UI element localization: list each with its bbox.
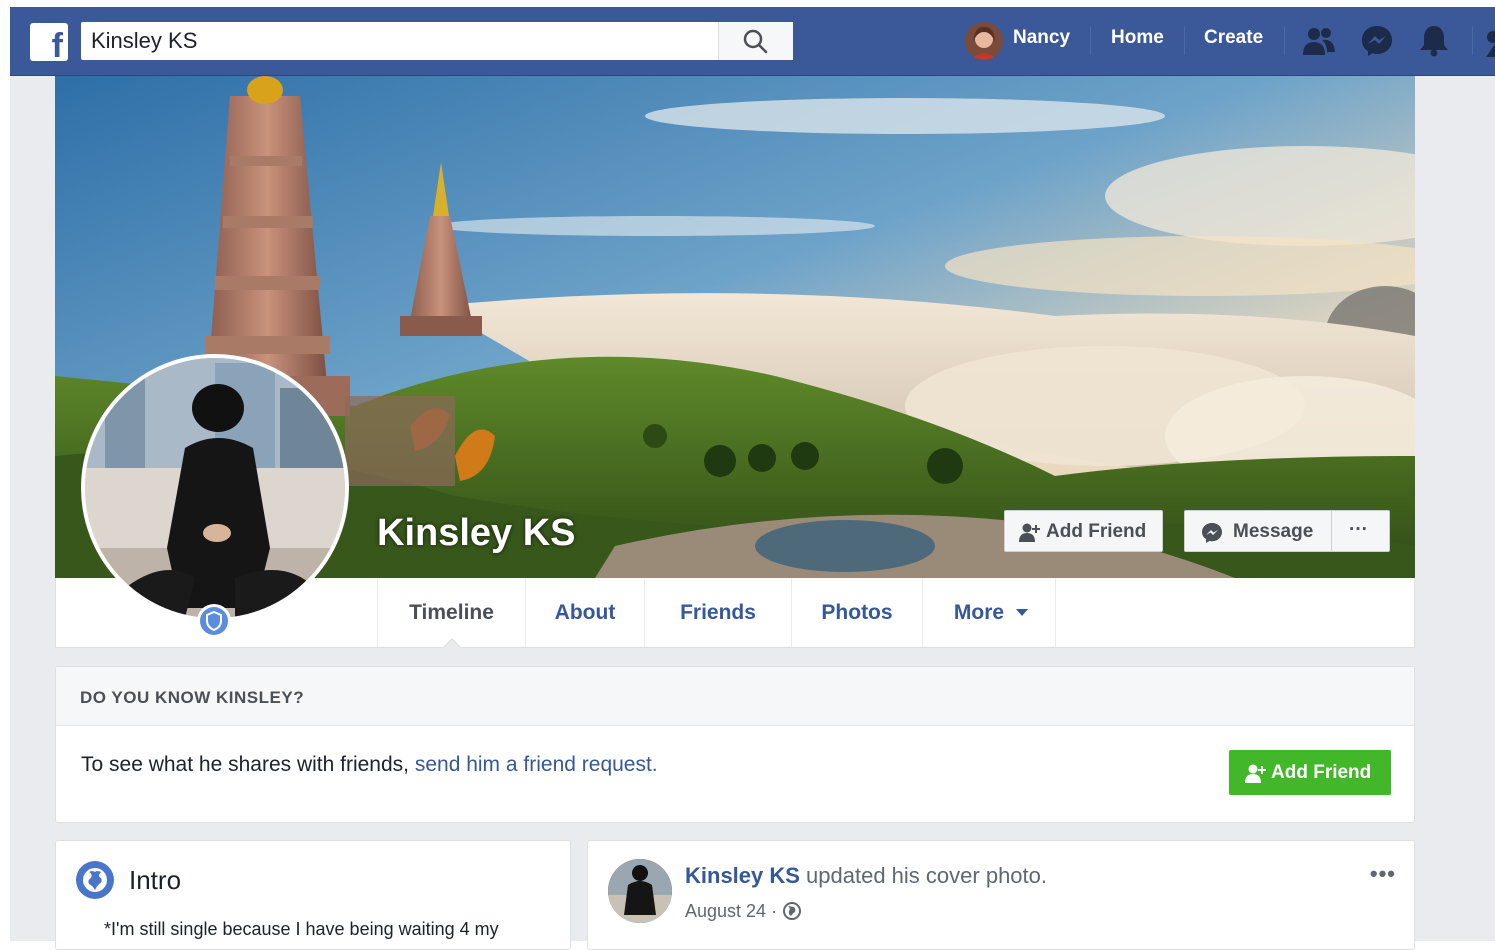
user-avatar[interactable] [965, 22, 1003, 60]
quick-help-icon[interactable] [1486, 27, 1495, 57]
add-friend-label: Add Friend [1046, 521, 1147, 542]
friend-request-prompt-card: DO YOU KNOW KINSLEY? To see what he shar… [55, 666, 1415, 823]
post-action-text: updated his cover photo. [799, 863, 1047, 888]
top-navigation-bar: f Nancy Home Create [10, 7, 1495, 76]
messenger-icon[interactable] [1360, 24, 1394, 58]
post-headline: Kinsley KS updated his cover photo. [685, 863, 1047, 889]
card-message-text: To see what he shares with friends, [81, 753, 415, 776]
card-header: DO YOU KNOW KINSLEY? [56, 667, 1414, 726]
tab-label: Photos [821, 601, 893, 624]
nav-divider [1472, 27, 1473, 55]
globe-icon[interactable] [782, 901, 802, 921]
search-button[interactable] [718, 22, 793, 60]
tab-label: Friends [680, 601, 756, 624]
nav-divider [1090, 27, 1091, 55]
tab-about[interactable]: About [525, 578, 644, 647]
profile-photo[interactable] [81, 354, 349, 622]
message-button[interactable]: Message [1185, 511, 1332, 551]
tab-label: More [953, 601, 1005, 624]
add-friend-icon [1245, 764, 1266, 783]
facebook-logo-icon[interactable]: f [30, 23, 68, 65]
nav-home-link[interactable]: Home [1111, 27, 1164, 49]
send-friend-request-link[interactable]: send him a friend request. [415, 753, 658, 776]
tab-timeline[interactable]: Timeline [377, 578, 525, 648]
timeline-post: Kinsley KS updated his cover photo. Augu… [587, 840, 1415, 950]
tab-photos[interactable]: Photos [791, 578, 922, 647]
active-tab-indicator [442, 638, 462, 648]
post-options-button[interactable]: ••• [1370, 861, 1396, 887]
friend-requests-icon[interactable] [1302, 25, 1336, 57]
post-meta-separator: · [766, 901, 783, 921]
profile-image [85, 358, 345, 618]
profile-name: Kinsley KS [377, 512, 576, 554]
nav-user-name[interactable]: Nancy [1013, 27, 1070, 49]
post-date-link[interactable]: August 24 [685, 901, 766, 921]
card-title: DO YOU KNOW KINSLEY? [80, 688, 305, 707]
add-friend-button[interactable]: Add Friend [1004, 510, 1163, 552]
messenger-icon [1202, 523, 1222, 543]
notifications-bell-icon[interactable] [1418, 23, 1450, 57]
more-options-button[interactable]: ··· [1349, 519, 1368, 541]
search-box [81, 22, 793, 60]
intro-bio: *I'm still single because I have being w… [104, 919, 499, 939]
post-meta: August 24 · [685, 897, 802, 922]
nav-divider [1184, 27, 1185, 55]
post-author-link[interactable]: Kinsley KS [685, 863, 800, 888]
nav-create-link[interactable]: Create [1204, 27, 1263, 49]
globe-icon [76, 861, 114, 899]
chevron-down-icon [1016, 609, 1028, 616]
add-friend-icon [1019, 523, 1040, 542]
tab-friends[interactable]: Friends [644, 578, 791, 647]
intro-title: Intro [129, 865, 182, 895]
nav-divider [1284, 27, 1285, 55]
card-message: To see what he shares with friends, send… [81, 753, 658, 777]
shield-icon [200, 607, 228, 635]
profile-shield-badge[interactable] [197, 604, 231, 638]
message-label: Message [1233, 521, 1314, 542]
search-input[interactable] [81, 22, 711, 60]
add-friend-primary-button[interactable]: Add Friend [1229, 750, 1391, 795]
search-icon [743, 29, 768, 54]
tab-label: Timeline [409, 601, 494, 624]
message-button-group: Message ··· [1184, 510, 1390, 552]
intro-card: Intro *I'm still single because I have b… [55, 840, 571, 950]
post-author-avatar[interactable] [608, 859, 672, 923]
tab-more[interactable]: More [922, 578, 1056, 647]
tab-label: About [554, 601, 616, 624]
add-friend-label: Add Friend [1271, 762, 1372, 783]
